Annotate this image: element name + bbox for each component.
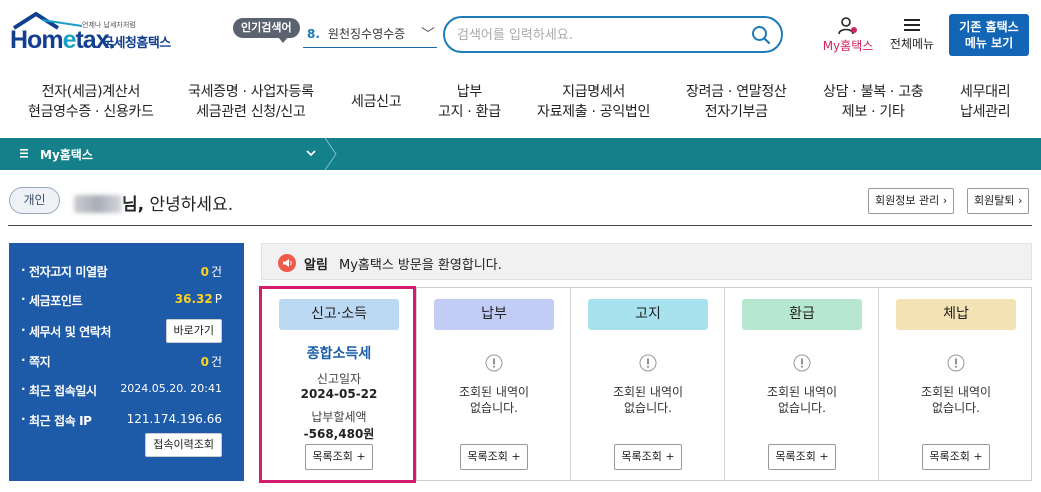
my-hometax-label: My홈택스 bbox=[822, 39, 874, 53]
breadcrumb-label: My홈택스 bbox=[40, 148, 93, 162]
empty-message: 조회된 내역이 없습니다. bbox=[458, 385, 530, 415]
legacy-menu-button[interactable]: 기존 홈택스 메뉴 보기 bbox=[949, 14, 1029, 56]
card-label: 환급 bbox=[742, 299, 862, 330]
exclamation-icon bbox=[793, 354, 811, 372]
chevron-right-icon: › bbox=[1017, 194, 1023, 207]
hamburger-icon bbox=[904, 19, 920, 31]
filing-date-caption: 신고일자 bbox=[316, 372, 362, 386]
popular-rank: 8. bbox=[307, 26, 320, 41]
empty-message: 조회된 내역이 없습니다. bbox=[612, 385, 684, 415]
exclamation-icon bbox=[485, 354, 503, 372]
empty-message: 조회된 내역이 없습니다. bbox=[766, 385, 838, 415]
tax-office-shortcut-button[interactable]: 바로가기 bbox=[165, 319, 222, 343]
my-hometax-link[interactable]: My홈택스 bbox=[819, 17, 877, 54]
search-box bbox=[443, 16, 783, 53]
gnb-item-payment-statement[interactable]: 지급명세서 자료제출 · 공익법인 bbox=[537, 82, 650, 122]
withdraw-button[interactable]: 회원탈퇴 › bbox=[967, 188, 1030, 214]
breadcrumb[interactable]: My홈택스 bbox=[0, 138, 334, 170]
notice-tag: 알림 bbox=[304, 258, 328, 273]
chevron-down-icon: ﹀ bbox=[421, 27, 435, 43]
search-icon[interactable] bbox=[751, 25, 771, 45]
info-row-tax-point[interactable]: 세금포인트 36.32P bbox=[9, 288, 244, 312]
status-cards: 신고·소득 종합소득세 신고일자 2024-05-22 납부할세액 -568,4… bbox=[261, 287, 1032, 481]
info-row-access-history: 접속이력조회 bbox=[9, 433, 244, 457]
gnb-item-certificates[interactable]: 국세증명 · 사업자등록 세금관련 신청/신고 bbox=[188, 82, 314, 122]
card-label: 고지 bbox=[588, 299, 708, 330]
megaphone-icon bbox=[278, 254, 296, 272]
empty-message: 조회된 내역이 없습니다. bbox=[920, 385, 992, 415]
info-row-last-login: 최근 접속일시 2024.05.20. 20:41 bbox=[9, 378, 244, 402]
member-info-button[interactable]: 회원정보 관리 › bbox=[868, 188, 955, 214]
gnb-item-payment[interactable]: 납부 고지 · 환급 bbox=[438, 82, 501, 122]
exclamation-icon bbox=[639, 354, 657, 372]
user-name-blurred bbox=[74, 195, 122, 213]
all-menu-button[interactable]: 전체메뉴 bbox=[886, 17, 938, 52]
breadcrumb-bar: My홈택스 bbox=[0, 138, 1041, 170]
list-view-button[interactable]: 목록조회 + bbox=[305, 444, 373, 470]
notice-bar: 알림 My홈택스 방문을 환영합니다. bbox=[261, 243, 1032, 280]
list-view-button[interactable]: 목록조회 + bbox=[768, 444, 836, 470]
gnb-item-e-invoice[interactable]: 전자(세금)계산서 현금영수증 · 신용카드 bbox=[28, 82, 154, 122]
access-history-button[interactable]: 접속이력조회 bbox=[145, 433, 222, 457]
info-row-electronic-notice[interactable]: 전자고지 미열람 0건 bbox=[9, 259, 244, 283]
notice-message: My홈택스 방문을 환영합니다. bbox=[339, 258, 502, 273]
list-view-button[interactable]: 목록조회 + bbox=[922, 444, 990, 470]
gnb-item-tax-filing[interactable]: 세금신고 bbox=[351, 92, 402, 112]
tax-due-caption: 납부할세액 bbox=[311, 410, 367, 424]
breadcrumb-separator-icon bbox=[324, 138, 337, 170]
logo-wordmark: Hometax. bbox=[10, 26, 116, 54]
card-label: 납부 bbox=[434, 299, 554, 330]
global-nav: 전자(세금)계산서 현금영수증 · 신용카드 국세증명 · 사업자등록 세금관련 신… bbox=[0, 82, 1041, 126]
user-type-badge: 개인 bbox=[9, 187, 60, 214]
user-info-panel: 전자고지 미열람 0건 세금포인트 36.32P 세무서 및 연락처 바로가기 … bbox=[9, 243, 244, 481]
header: 언제나 납세자처럼 Hometax. 국세청홈택스 인기검색어 8. 원천징수영… bbox=[0, 0, 1041, 70]
info-row-last-ip: 최근 접속 IP 121.174.196.66 bbox=[9, 408, 244, 432]
info-row-tax-office: 세무서 및 연락처 바로가기 bbox=[9, 319, 244, 343]
gnb-item-consultation[interactable]: 상담 · 불복 · 고충 제보 · 기타 bbox=[823, 82, 924, 122]
comprehensive-income-tax-link[interactable]: 종합소득세 bbox=[262, 343, 416, 363]
card-label: 신고·소득 bbox=[279, 299, 399, 330]
divider bbox=[8, 225, 1032, 226]
gnb-item-tax-agent[interactable]: 세무대리 납세관리 bbox=[960, 82, 1011, 122]
exclamation-icon bbox=[947, 354, 965, 372]
card-refund: 환급 조회된 내역이 없습니다. 목록조회 + bbox=[724, 288, 878, 480]
card-label: 체납 bbox=[896, 299, 1016, 330]
card-notice: 고지 조회된 내역이 없습니다. 목록조회 + bbox=[570, 288, 724, 480]
card-filing-income: 신고·소득 종합소득세 신고일자 2024-05-22 납부할세액 -568,4… bbox=[262, 288, 416, 480]
info-row-messages[interactable]: 쪽지 0건 bbox=[9, 349, 244, 373]
popular-search-select[interactable]: 8. 원천징수영수증 ﹀ bbox=[303, 20, 437, 48]
gnb-item-incentives[interactable]: 장려금 · 연말정산 전자기부금 bbox=[686, 82, 787, 122]
all-menu-label: 전체메뉴 bbox=[889, 37, 935, 51]
logo-korean: 국세청홈택스 bbox=[102, 36, 171, 51]
popular-search-badge: 인기검색어 bbox=[233, 18, 300, 43]
popular-term: 원천징수영수증 bbox=[327, 27, 406, 41]
chevron-right-icon: › bbox=[942, 194, 948, 207]
tax-due-value: -568,480원 bbox=[303, 427, 375, 441]
chevron-down-icon bbox=[306, 147, 316, 160]
card-arrears: 체납 조회된 내역이 없습니다. 목록조회 + bbox=[878, 288, 1032, 480]
menu-icon bbox=[20, 149, 28, 158]
search-input[interactable] bbox=[457, 25, 747, 45]
card-payment: 납부 조회된 내역이 없습니다. 목록조회 + bbox=[416, 288, 570, 480]
list-view-button[interactable]: 목록조회 + bbox=[614, 444, 682, 470]
filing-date-value: 2024-05-22 bbox=[300, 387, 378, 401]
hometax-logo[interactable]: 언제나 납세자처럼 Hometax. 국세청홈택스 bbox=[10, 12, 185, 56]
list-view-button[interactable]: 목록조회 + bbox=[460, 444, 528, 470]
greeting-text: 님, 안녕하세요. bbox=[74, 190, 233, 215]
person-icon bbox=[838, 17, 857, 35]
